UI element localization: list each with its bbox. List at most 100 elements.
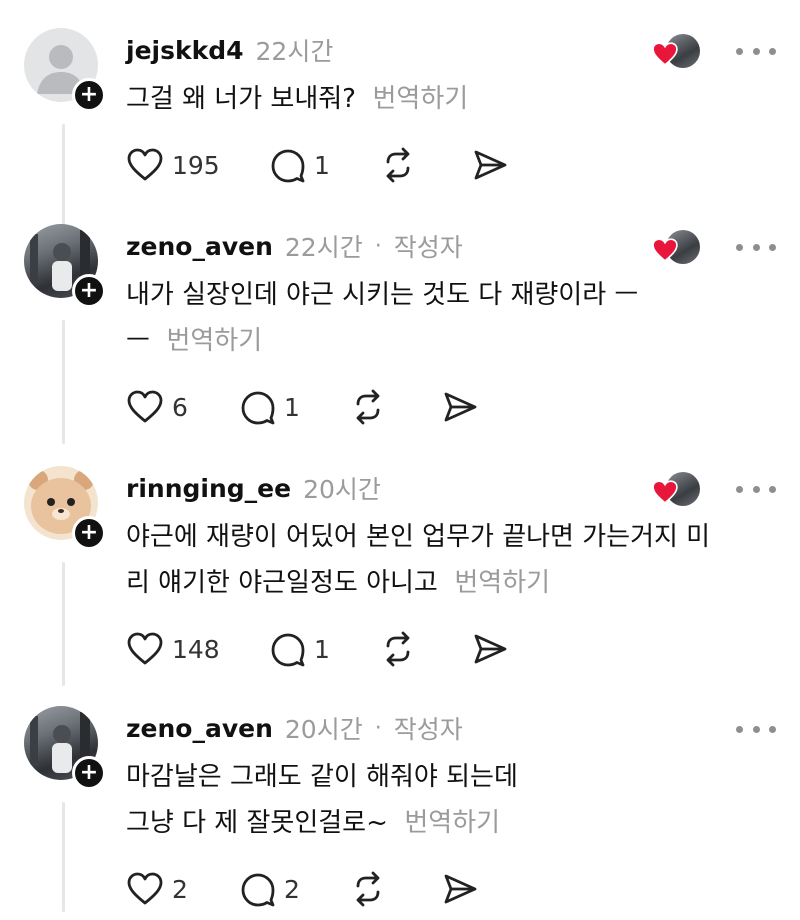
share-button[interactable] (442, 864, 492, 914)
repost-button[interactable] (380, 140, 472, 190)
reply-button[interactable]: 2 (240, 864, 350, 914)
more-horizontal-icon (736, 485, 743, 493)
repost-arrows-icon (386, 631, 410, 667)
more-dot (752, 243, 760, 251)
thread-line (62, 124, 65, 232)
like-button[interactable]: 195 (126, 140, 270, 190)
repost-button[interactable] (350, 382, 442, 432)
heart-outline-icon (127, 390, 163, 423)
action-bar: 195 1 (126, 140, 522, 190)
comment-bubble-icon (241, 873, 275, 907)
repost-button[interactable] (350, 864, 442, 914)
reply-button[interactable]: 1 (270, 624, 380, 674)
heart-icon (652, 238, 678, 262)
share-button[interactable] (472, 140, 522, 190)
send-icon (474, 150, 507, 180)
reply-count: 1 (314, 634, 330, 664)
heart-icon (652, 480, 678, 504)
action-bar: 2 2 (126, 864, 492, 914)
share-button[interactable] (442, 382, 492, 432)
reply-count: 1 (284, 392, 300, 422)
more-options-button[interactable] (736, 474, 776, 504)
author-badge: 작성자 (393, 233, 463, 262)
action-bar: 148 1 (126, 624, 522, 674)
more-dot (769, 725, 776, 733)
follow-plus-button[interactable]: + (72, 78, 106, 112)
repost-arrows-icon (386, 147, 410, 183)
post-header: rinnging_ee 20시간 (126, 468, 381, 508)
timestamp: 22시간 (284, 233, 363, 262)
follow-plus-button[interactable]: + (72, 516, 106, 550)
username[interactable]: rinnging_ee (126, 474, 291, 503)
reply-count: 1 (314, 150, 330, 180)
more-dot (752, 47, 760, 55)
post-header: jejskkd4 22시간 (126, 30, 333, 70)
post-header: zeno_aven 22시간 · 작성자 (126, 226, 463, 266)
avatar[interactable]: + (24, 224, 106, 308)
reply-button[interactable]: 1 (270, 140, 380, 190)
more-dot (769, 47, 776, 55)
author-liked-badge (652, 230, 702, 266)
avatar[interactable]: + (24, 466, 106, 550)
author-liked-badge (652, 34, 702, 70)
translate-link[interactable]: 번역하기 (454, 568, 550, 598)
timestamp: 20시간 (303, 475, 381, 504)
comment-bubble-icon (271, 149, 305, 183)
follow-plus-button[interactable]: + (72, 756, 106, 790)
more-dot (752, 725, 760, 733)
comment-body: 야근에 재량이 어딨어 본인 업무가 끝나면 가는거지 미 리 얘기한 야근일정… (126, 522, 711, 598)
more-options-button[interactable] (736, 36, 776, 66)
thread-line (62, 802, 65, 912)
thread-line (62, 562, 65, 686)
post-header: zeno_aven 20시간 · 작성자 (126, 708, 463, 748)
heart-outline-icon (127, 872, 163, 905)
heart-icon (652, 42, 678, 66)
more-horizontal-icon (736, 725, 743, 733)
translate-link[interactable]: 번역하기 (404, 808, 500, 838)
repost-arrows-icon (356, 389, 380, 425)
reply-button[interactable]: 1 (240, 382, 350, 432)
more-horizontal-icon (736, 47, 743, 55)
repost-button[interactable] (380, 624, 472, 674)
timestamp: 20시간 (284, 715, 363, 744)
reply-count: 2 (284, 874, 300, 904)
repost-arrows-icon (356, 871, 380, 907)
heart-outline-icon (127, 632, 163, 665)
more-dot (752, 485, 760, 493)
author-liked-badge (652, 472, 702, 508)
like-count: 148 (172, 634, 220, 664)
translate-link[interactable]: 번역하기 (166, 326, 262, 356)
comment-body: 그걸 왜 너가 보내줘? (126, 84, 356, 114)
share-button[interactable] (472, 624, 522, 674)
comment-bubble-icon (241, 391, 275, 425)
more-options-button[interactable] (736, 232, 776, 262)
heart-outline-icon (127, 148, 163, 181)
separator-dot: · (374, 715, 382, 741)
send-icon (474, 634, 507, 664)
comment-text: 야근에 재량이 어딨어 본인 업무가 끝나면 가는거지 미 리 얘기한 야근일정… (126, 514, 776, 606)
more-options-button[interactable] (736, 714, 776, 744)
comment-text: 그걸 왜 너가 보내줘? 번역하기 (126, 76, 776, 122)
separator-dot: · (374, 233, 382, 259)
translate-link[interactable]: 번역하기 (373, 84, 469, 114)
send-icon (444, 392, 477, 422)
comment-bubble-icon (271, 633, 305, 667)
like-count: 6 (172, 392, 188, 422)
timestamp: 22시간 (255, 37, 334, 66)
follow-plus-button[interactable]: + (72, 274, 106, 308)
more-dot (769, 243, 776, 251)
like-count: 2 (172, 874, 188, 904)
username[interactable]: zeno_aven (126, 714, 273, 743)
more-dot (769, 485, 776, 493)
like-count: 195 (172, 150, 220, 180)
comment-text: 내가 실장인데 야근 시키는 것도 다 재량이라 ㅡ ㅡ 번역하기 (126, 272, 776, 364)
avatar[interactable]: + (24, 706, 106, 790)
username[interactable]: jejskkd4 (126, 36, 244, 65)
like-button[interactable]: 6 (126, 382, 240, 432)
like-button[interactable]: 2 (126, 864, 240, 914)
author-badge: 작성자 (393, 715, 463, 744)
avatar[interactable]: + (24, 28, 106, 112)
username[interactable]: zeno_aven (126, 232, 273, 261)
like-button[interactable]: 148 (126, 624, 270, 674)
action-bar: 6 1 (126, 382, 492, 432)
